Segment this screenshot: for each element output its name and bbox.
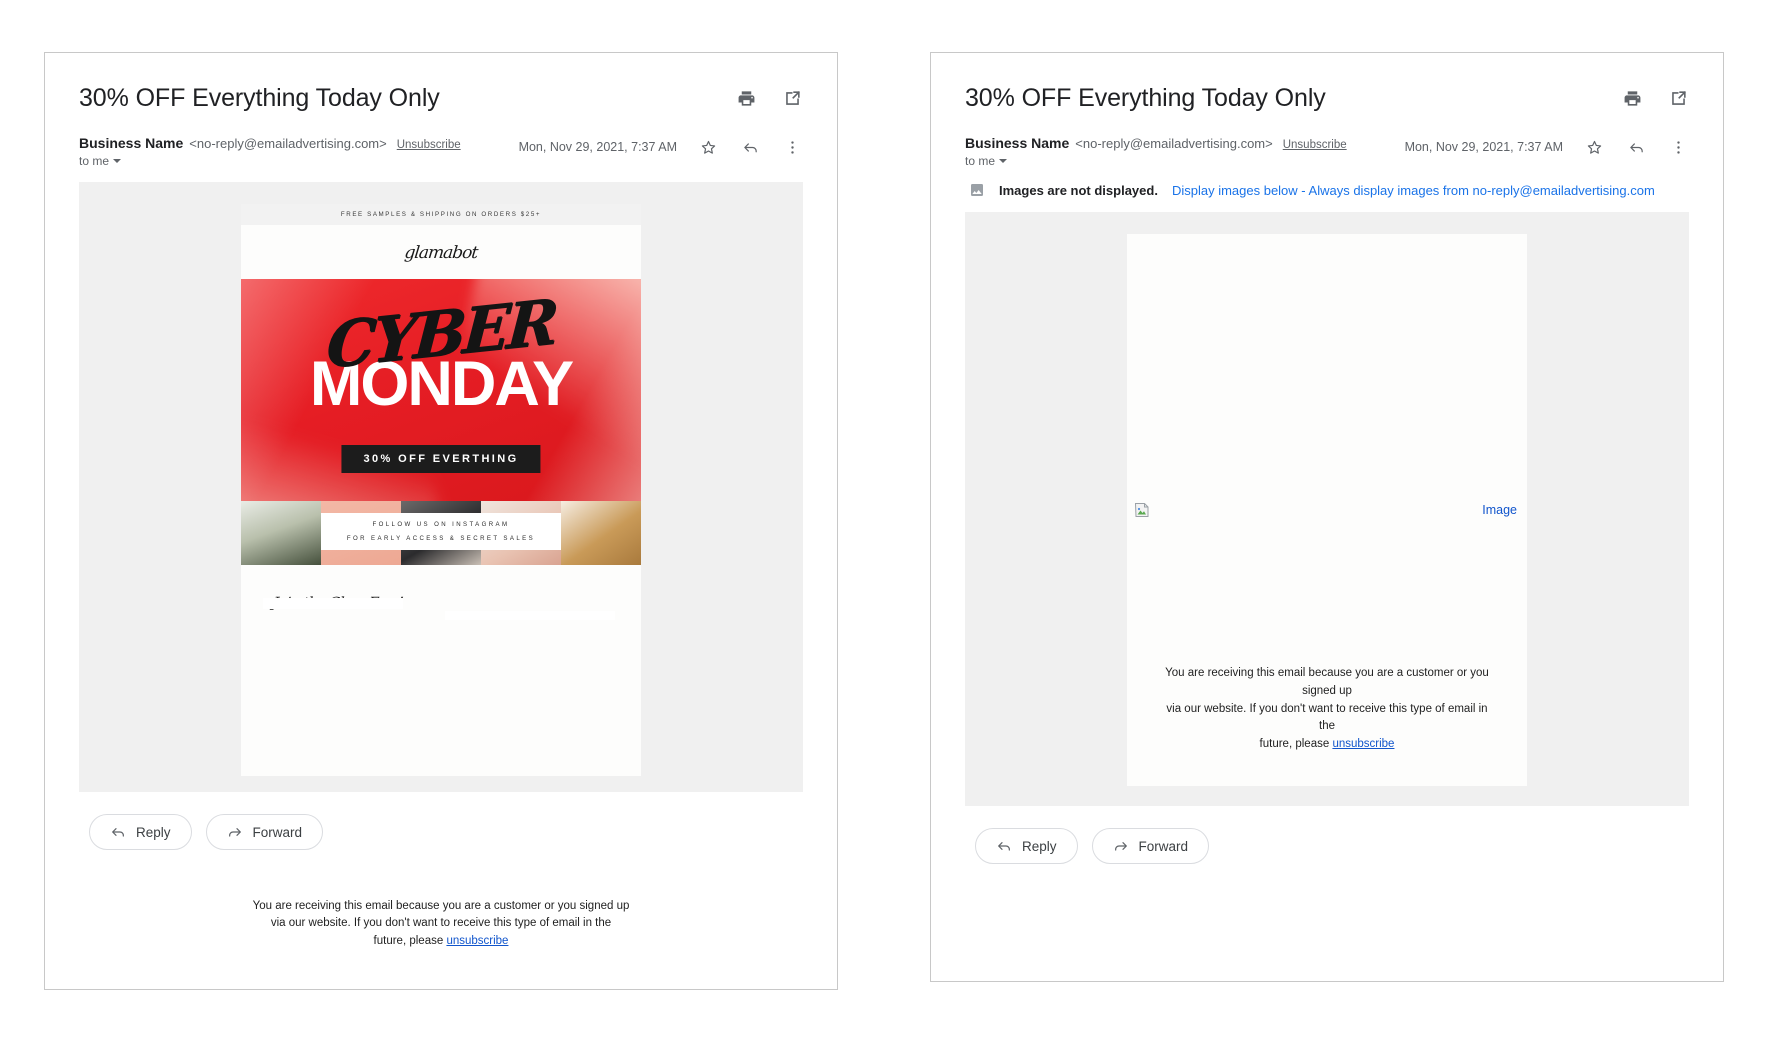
sender-email: <no-reply@emailadvertising.com>	[1075, 136, 1273, 151]
forward-button[interactable]: Forward	[1091, 828, 1210, 864]
email-card-images-loaded: 30% OFF Everything Today Only Business N…	[44, 52, 838, 990]
unsubscribe-link[interactable]: Unsubscribe	[1283, 139, 1347, 151]
display-images-below-link[interactable]: Display images below	[1172, 183, 1298, 198]
reply-icon[interactable]	[739, 136, 761, 158]
message-action-bar: Reply Forward	[79, 792, 803, 850]
star-icon[interactable]	[697, 136, 719, 158]
hero-offer-badge: 30% OFF EVERTHING	[341, 445, 541, 473]
forward-button[interactable]: Forward	[205, 814, 324, 850]
disclaimer-line-1: You are receiving this email because you…	[252, 899, 630, 912]
star-icon[interactable]	[1583, 136, 1605, 158]
email-card-images-blocked: 30% OFF Everything Today Only Business N…	[930, 52, 1724, 982]
disclaimer-unsubscribe-link[interactable]: unsubscribe	[446, 935, 508, 947]
forward-button-label: Forward	[1138, 838, 1189, 854]
join-glam-fam-text: Join the Glam Fam!	[271, 595, 404, 611]
images-blocked-label: Images are not displayed.	[999, 182, 1158, 198]
chevron-down-icon[interactable]	[113, 159, 122, 163]
print-icon[interactable]	[1621, 87, 1643, 109]
email-timestamp: Mon, Nov 29, 2021, 7:37 AM	[1404, 140, 1563, 154]
subject-actions	[1621, 81, 1689, 109]
product-photo-1	[241, 501, 321, 565]
instagram-photo-strip: FOLLOW US ON INSTAGRAM FOR EARLY ACCESS …	[241, 501, 641, 565]
promo-strip: FREE SAMPLES & SHIPPING ON ORDERS $25+	[241, 204, 641, 225]
disclaimer-line-2: via our website. If you don't want to re…	[270, 917, 612, 930]
email-body-rendered: FREE SAMPLES & SHIPPING ON ORDERS $25+ g…	[79, 182, 803, 947]
subject-row: 30% OFF Everything Today Only	[965, 81, 1689, 113]
more-vert-icon[interactable]	[1667, 136, 1689, 158]
instagram-cta: FOLLOW US ON INSTAGRAM FOR EARLY ACCESS …	[321, 513, 561, 550]
reply-icon[interactable]	[1625, 136, 1647, 158]
unsubscribe-link[interactable]: Unsubscribe	[397, 139, 461, 151]
notice-separator: -	[1297, 182, 1309, 198]
reply-button[interactable]: Reply	[89, 814, 192, 850]
brand-logo: glamabot	[403, 243, 479, 263]
open-in-new-icon[interactable]	[781, 87, 803, 109]
email-body-blocked: Image You are receiving this email becau…	[965, 212, 1689, 806]
newsletter-placeholder: Image You are receiving this email becau…	[1127, 234, 1527, 786]
hero-banner: MONDAY CYBER 30% OFF EVERTHING	[241, 279, 641, 501]
disclaimer-line-3-prefix: future, please	[1259, 738, 1333, 751]
forward-button-label: Forward	[252, 824, 303, 840]
sender-email: <no-reply@emailadvertising.com>	[189, 136, 387, 151]
always-display-images-link[interactable]: Always display images from no-reply@emai…	[1309, 183, 1655, 198]
sender-name: Business Name	[79, 135, 184, 151]
chevron-down-icon[interactable]	[999, 159, 1008, 163]
disclaimer-line-3-prefix: future, please	[373, 935, 447, 948]
page-title: 30% OFF Everything Today Only	[79, 84, 440, 112]
sender-name: Business Name	[965, 135, 1070, 151]
open-in-new-icon[interactable]	[1667, 87, 1689, 109]
disclaimer-unsubscribe-link[interactable]: unsubscribe	[1332, 738, 1394, 750]
subject-actions	[735, 81, 803, 109]
images-blocked-notice: Images are not displayed. Display images…	[965, 182, 1689, 198]
recipient-label: to me	[965, 154, 996, 168]
sender-row: Business Name <no-reply@emailadvertising…	[965, 135, 1689, 168]
reply-button[interactable]: Reply	[975, 828, 1078, 864]
email-disclaimer: You are receiving this email because you…	[1127, 665, 1527, 754]
message-action-bar: Reply Forward	[965, 806, 1689, 864]
disclaimer-line-1: You are receiving this email because you…	[1165, 666, 1489, 697]
newsletter-content: FREE SAMPLES & SHIPPING ON ORDERS $25+ g…	[241, 204, 641, 776]
instagram-line-1: FOLLOW US ON INSTAGRAM	[372, 521, 510, 528]
instagram-line-2: FOR EARLY ACCESS & SECRET SALES	[346, 535, 536, 542]
subject-row: 30% OFF Everything Today Only	[79, 81, 803, 113]
page-title: 30% OFF Everything Today Only	[965, 84, 1326, 112]
product-photo-5	[561, 501, 641, 565]
reply-button-label: Reply	[136, 824, 171, 840]
print-icon[interactable]	[735, 87, 757, 109]
email-timestamp: Mon, Nov 29, 2021, 7:37 AM	[518, 140, 677, 154]
reply-button-label: Reply	[1022, 838, 1057, 854]
disclaimer-line-2: via our website. If you don't want to re…	[1166, 702, 1488, 733]
broken-image-icon	[969, 182, 985, 198]
email-disclaimer: You are receiving this email because you…	[45, 898, 837, 951]
sender-row: Business Name <no-reply@emailadvertising…	[79, 135, 803, 168]
screenshot-canvas: 30% OFF Everything Today Only Business N…	[0, 0, 1771, 1042]
recipient-label: to me	[79, 154, 110, 168]
images-blocked-actions: Display images below - Always display im…	[1172, 183, 1655, 198]
more-vert-icon[interactable]	[781, 136, 803, 158]
broken-image-placeholder-icon	[1134, 502, 1150, 518]
image-alt-text[interactable]: Image	[1482, 503, 1517, 517]
